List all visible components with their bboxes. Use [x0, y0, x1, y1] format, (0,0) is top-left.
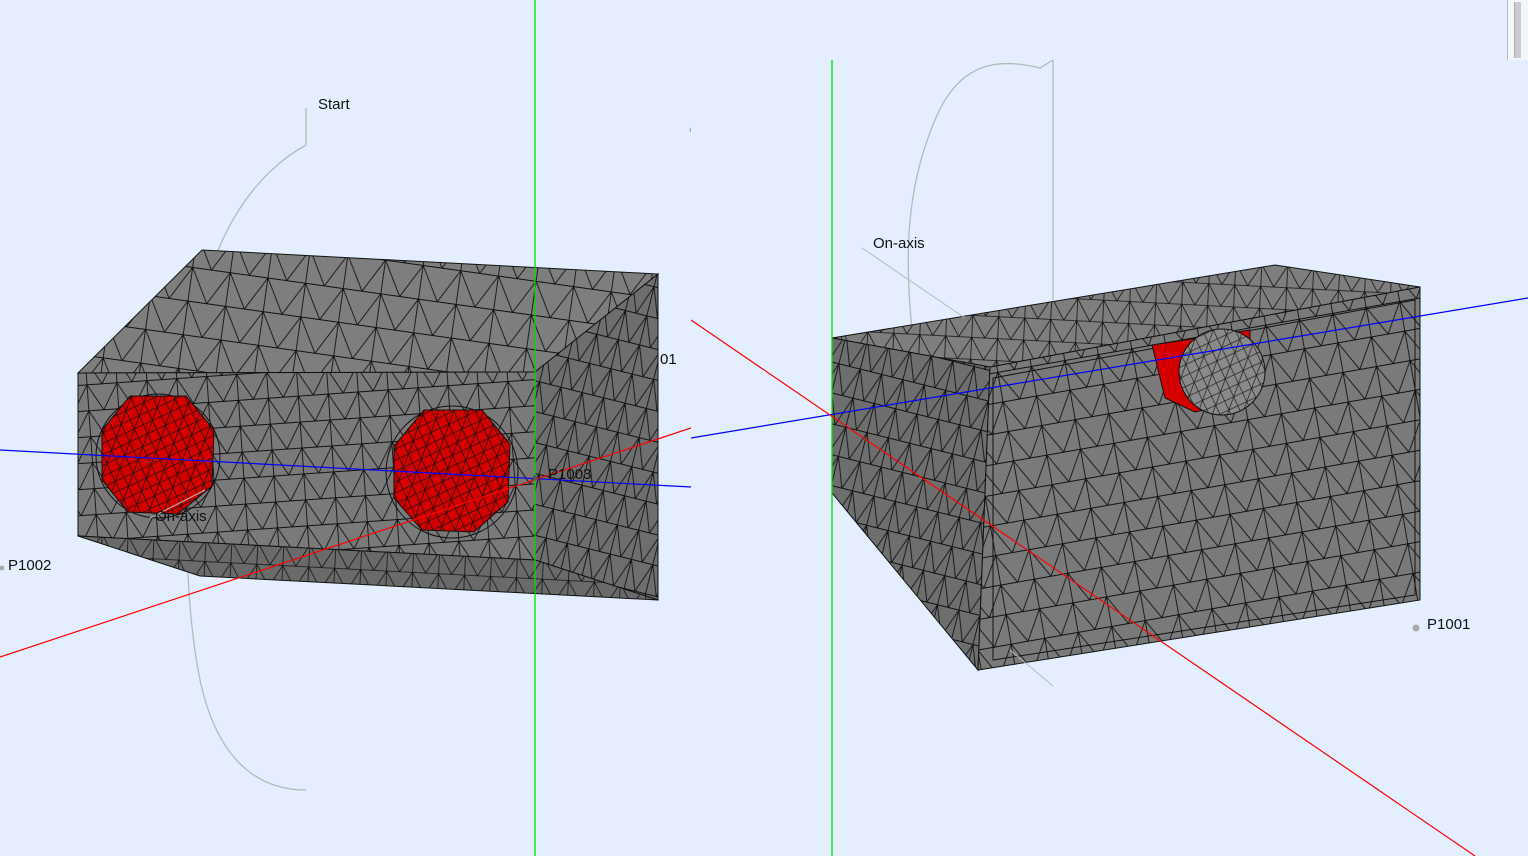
path-curve-right	[907, 59, 1054, 331]
label-on-axis-right: On-axis	[873, 235, 925, 252]
label-p1003: P1003	[548, 466, 591, 483]
label-on-axis-left: On-axis	[155, 508, 207, 525]
label-p1001-partial: 01	[660, 351, 677, 368]
point-p1002-top[interactable]	[689, 127, 695, 133]
scrollbar-thumb[interactable]	[1514, 2, 1521, 58]
3d-viewport[interactable]: Start P1002 01 P1003 On-axis P1002 On-ax…	[0, 0, 1528, 856]
label-start: Start	[318, 96, 351, 113]
left-viewport[interactable]: Start P1002 01 P1003 On-axis P1002	[0, 0, 743, 856]
point-p1002-left[interactable]	[0, 565, 5, 571]
label-p1002-top: P1002	[700, 118, 743, 135]
mesh-scene[interactable]: Start P1002 01 P1003 On-axis P1002 On-ax…	[0, 0, 1528, 856]
label-p1002-left: P1002	[8, 557, 51, 574]
point-p1003[interactable]	[532, 475, 538, 481]
label-p1001: P1001	[1427, 616, 1470, 633]
point-p1001[interactable]	[1412, 624, 1420, 632]
vertical-scrollbar[interactable]	[1507, 0, 1528, 60]
right-viewport[interactable]: On-axis P1001	[691, 59, 1528, 856]
